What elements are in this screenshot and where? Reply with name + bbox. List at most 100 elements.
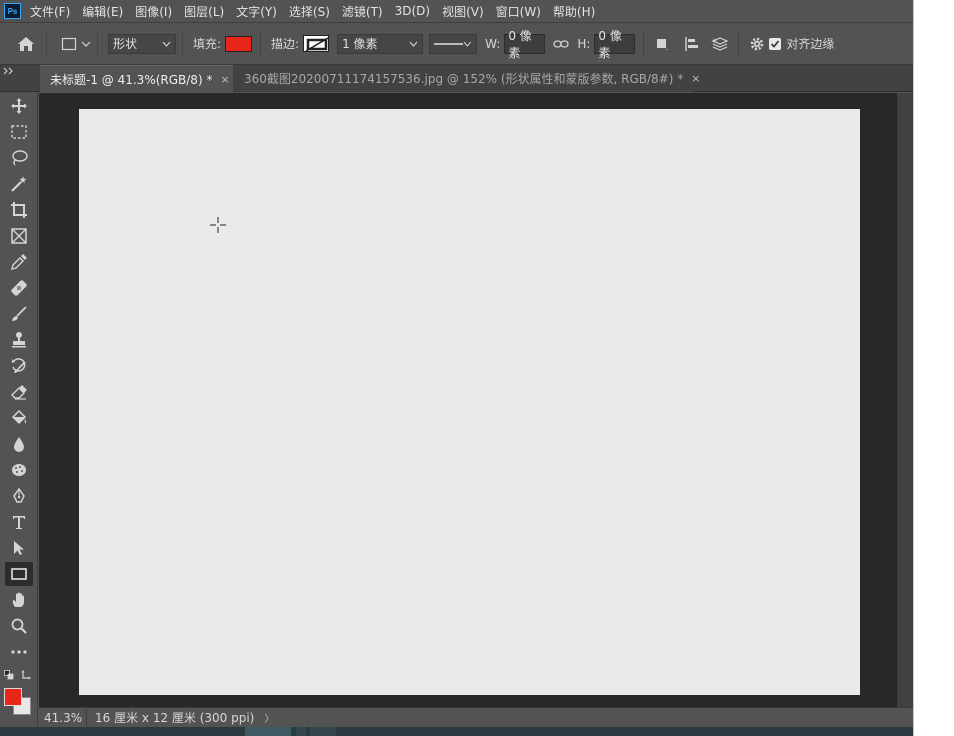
crop-tool[interactable]	[5, 198, 33, 222]
link-dimensions-button[interactable]	[549, 32, 573, 56]
frame-icon	[11, 228, 27, 244]
swap-colors-icon[interactable]	[21, 668, 33, 680]
bandage-icon	[11, 280, 27, 296]
window-edge	[913, 0, 914, 736]
link-icon	[553, 39, 569, 48]
align-edges-checkbox[interactable]	[769, 37, 782, 50]
width-label: W:	[485, 36, 501, 51]
menu-select[interactable]: 选择(S)	[289, 3, 330, 20]
magnifier-icon	[11, 618, 27, 634]
taskbar-item[interactable]	[296, 727, 306, 736]
stroke-none-icon	[304, 36, 329, 51]
width-input[interactable]: 0 像素	[504, 29, 546, 60]
stroke-type-select[interactable]	[429, 33, 478, 54]
move-icon	[11, 98, 27, 114]
checkmark-icon	[771, 39, 780, 48]
brush-tool[interactable]	[5, 302, 33, 326]
home-button[interactable]	[12, 30, 40, 58]
taskbar-strip	[0, 727, 913, 736]
stroke-width-field[interactable]: 1 像素	[337, 33, 424, 54]
eraser-icon	[11, 385, 27, 400]
sponge-tool[interactable]	[5, 458, 33, 482]
default-colors-icon[interactable]	[4, 670, 14, 680]
svg-text:+: +	[711, 37, 717, 45]
menu-edit[interactable]: 编辑(E)	[82, 3, 123, 20]
chevron-down-icon	[81, 41, 91, 47]
edit-toolbar-button[interactable]	[5, 640, 33, 664]
settings-button[interactable]	[745, 32, 769, 56]
close-icon[interactable]: ×	[691, 72, 700, 85]
healing-brush-tool[interactable]	[5, 276, 33, 300]
document-info: 16 厘米 x 12 厘米 (300 ppi)	[95, 711, 255, 725]
menu-filter[interactable]: 滤镜(T)	[342, 3, 383, 20]
menu-layer[interactable]: 图层(L)	[184, 3, 224, 20]
align-left-icon	[685, 36, 699, 51]
stroke-color-swatch[interactable]	[303, 35, 330, 52]
clone-stamp-tool[interactable]	[5, 328, 33, 352]
mode-select-value: 形状	[113, 37, 138, 51]
document-canvas[interactable]	[79, 109, 860, 695]
menu-3d[interactable]: 3D(D)	[395, 4, 430, 18]
marquee-tool[interactable]	[5, 120, 33, 144]
eyedropper-tool[interactable]	[5, 250, 33, 274]
pen-tool[interactable]	[5, 484, 33, 508]
history-brush-tool[interactable]	[5, 354, 33, 378]
mode-select[interactable]: 形状	[108, 33, 176, 54]
taskbar-item[interactable]	[310, 727, 336, 736]
path-arrangement-button[interactable]: +	[708, 32, 732, 56]
path-operations-button[interactable]	[650, 32, 674, 56]
eraser-tool[interactable]	[5, 380, 33, 404]
divider	[46, 29, 47, 58]
taskbar-item[interactable]	[245, 727, 291, 736]
tab-untitled-1[interactable]: 未标题-1 @ 41.3%(RGB/8) * ×	[40, 65, 233, 92]
stamp-icon	[12, 332, 26, 348]
divider	[738, 29, 740, 58]
magic-wand-tool[interactable]	[5, 172, 33, 196]
height-label: H:	[577, 36, 591, 51]
move-tool[interactable]	[5, 94, 33, 118]
divider	[97, 29, 98, 58]
rectangle-preset-icon	[61, 37, 77, 50]
paint-bucket-icon	[11, 409, 27, 425]
tab-screenshot[interactable]: 360截图20200711174157536.jpg @ 152% (形状属性和…	[234, 65, 700, 92]
photoshop-logo-icon[interactable]: Ps	[4, 3, 21, 19]
menu-view[interactable]: 视图(V)	[442, 3, 484, 20]
tab-label: 360截图20200711174157536.jpg @ 152% (形状属性和…	[244, 72, 684, 86]
chevron-down-icon	[409, 41, 418, 47]
menu-window[interactable]: 窗口(W)	[496, 3, 541, 20]
status-menu-arrow[interactable]: 〉	[264, 710, 274, 725]
document-tabs: 未标题-1 @ 41.3%(RGB/8) * × 360截图2020071117…	[0, 65, 913, 92]
divider	[260, 29, 262, 58]
solid-line-icon	[434, 42, 464, 45]
zoom-level-field[interactable]: 41.3%	[39, 708, 87, 727]
rectangle-tool[interactable]	[5, 562, 33, 586]
tool-preset-picker[interactable]	[61, 37, 91, 51]
rectangle-icon	[11, 568, 27, 580]
paint-bucket-tool[interactable]	[5, 406, 33, 430]
menu-image[interactable]: 图像(I)	[135, 3, 172, 20]
stroke-label: 描边:	[271, 37, 300, 51]
zoom-tool[interactable]	[5, 614, 33, 638]
frame-tool[interactable]	[5, 224, 33, 248]
fill-color-swatch[interactable]	[225, 35, 253, 52]
menu-help[interactable]: 帮助(H)	[553, 3, 595, 20]
divider	[182, 29, 183, 58]
vertical-scrollbar[interactable]	[897, 93, 913, 707]
type-tool[interactable]	[5, 510, 33, 534]
menu-file[interactable]: 文件(F)	[30, 3, 70, 20]
options-bar: 形状 填充: 描边: 1 像素 W: 0 像素 H: 0 像素 + 对齐边缘	[0, 22, 913, 65]
height-input[interactable]: 0 像素	[594, 29, 636, 60]
close-icon[interactable]: ×	[220, 73, 229, 86]
foreground-color-swatch[interactable]	[4, 688, 22, 706]
path-alignment-button[interactable]	[680, 32, 704, 56]
hand-tool[interactable]	[5, 588, 33, 612]
path-selection-tool[interactable]	[5, 536, 33, 560]
double-chevron-icon[interactable]	[3, 67, 15, 77]
drop-icon	[14, 437, 24, 452]
fill-label: 填充:	[193, 37, 222, 51]
menu-type[interactable]: 文字(Y)	[236, 3, 277, 20]
marquee-icon	[11, 125, 27, 139]
blur-tool[interactable]	[5, 432, 33, 456]
chevron-down-icon	[463, 41, 472, 47]
lasso-tool[interactable]	[5, 146, 33, 170]
